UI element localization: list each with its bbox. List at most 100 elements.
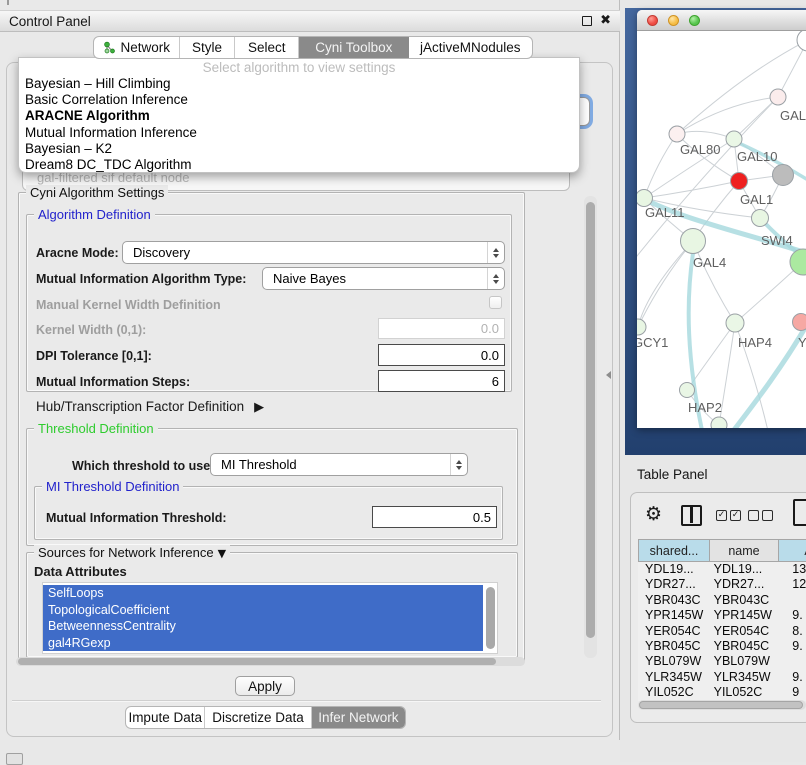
algorithm-option[interactable]: ARACNE Algorithm	[19, 108, 579, 124]
hub-definition-expander[interactable]: Hub/Transcription Factor Definition▶	[36, 399, 264, 415]
table-row[interactable]: YIL052CYIL052C9	[638, 685, 806, 700]
network-node[interactable]	[669, 126, 685, 142]
column-header[interactable]: A	[779, 539, 806, 562]
column-header[interactable]: name	[710, 539, 779, 562]
tab-cyni-toolbox[interactable]: Cyni Toolbox	[299, 37, 409, 58]
window-edge-tick	[7, 0, 9, 5]
apply-button[interactable]: Apply	[235, 676, 295, 696]
manual-kernel-width-checkbox[interactable]	[489, 296, 502, 309]
table-panel-title: Table Panel	[637, 467, 708, 482]
mi-steps-label: Mutual Information Steps:	[36, 374, 190, 390]
table-cell: YBL079W	[710, 654, 779, 669]
close-icon[interactable]: ✖	[600, 16, 611, 26]
network-node[interactable]	[726, 131, 742, 147]
kernel-width-label: Kernel Width (0,1):	[36, 322, 146, 338]
network-edge[interactable]	[693, 241, 735, 323]
tab-discretize-data[interactable]: Discretize Data	[205, 707, 311, 728]
table-row[interactable]: YBR043CYBR043C	[638, 593, 806, 608]
table-horizontal-scrollbar[interactable]	[638, 700, 806, 710]
float-window-icon[interactable]	[582, 16, 592, 26]
network-edge[interactable]	[644, 181, 739, 198]
checked-checkbox-icon[interactable]: ✓	[716, 510, 727, 521]
network-node[interactable]	[681, 229, 706, 254]
columns-icon[interactable]	[681, 505, 702, 526]
sources-group-title[interactable]: Sources for Network Inference▼	[34, 545, 230, 560]
network-edge[interactable]	[735, 262, 803, 323]
tab-jactivemnodules[interactable]: jActiveMNodules	[409, 37, 532, 58]
tab-select[interactable]: Select	[235, 37, 299, 58]
network-node[interactable]	[773, 165, 794, 186]
network-edge[interactable]	[644, 134, 677, 198]
unchecked-checkbox-icon[interactable]	[762, 510, 773, 521]
tab-style[interactable]: Style	[180, 37, 236, 58]
algorithm-option[interactable]: Mutual Information Inference	[19, 125, 579, 141]
table-row[interactable]: YDL19...YDL19...13	[638, 562, 806, 577]
which-threshold-select[interactable]: MI Threshold	[210, 453, 468, 476]
network-node[interactable]	[793, 314, 806, 331]
table-row[interactable]: YLR345WYLR345W9.	[638, 670, 806, 685]
network-edge[interactable]	[638, 241, 693, 327]
network-window-titlebar[interactable]	[637, 10, 806, 31]
network-node[interactable]	[770, 89, 786, 105]
algorithm-option[interactable]: Dream8 DC_TDC Algorithm	[19, 157, 579, 173]
table-row[interactable]: YBL079WYBL079W	[638, 654, 806, 669]
table-cell: 13	[778, 562, 806, 577]
mi-threshold-field[interactable]: 0.5	[372, 506, 497, 528]
network-node[interactable]	[637, 319, 646, 335]
control-panel-title: Control Panel	[9, 14, 582, 29]
column-header[interactable]: shared...	[638, 539, 710, 562]
kernel-width-field[interactable]: 0.0	[378, 318, 505, 339]
table-cell: YDR27...	[710, 577, 779, 592]
algorithm-option[interactable]: Bayesian – K2	[19, 141, 579, 157]
table-row[interactable]: YDR27...YDR27...12	[638, 577, 806, 592]
algorithm-option[interactable]: Bayesian – Hill Climbing	[19, 76, 579, 92]
unchecked-checkbox-icon[interactable]	[748, 510, 759, 521]
network-node[interactable]	[711, 417, 727, 428]
settings-horizontal-scrollbar[interactable]	[16, 657, 525, 666]
tab-label: Infer Network	[318, 710, 398, 725]
attribute-list-item[interactable]: BetweennessCentrality	[43, 618, 483, 635]
list-scrollbar[interactable]	[486, 587, 495, 649]
document-icon[interactable]	[793, 499, 806, 526]
network-node-label: HAP2	[688, 400, 722, 415]
network-edge[interactable]	[638, 241, 693, 327]
dpi-tolerance-field[interactable]: 0.0	[378, 344, 505, 366]
algorithm-option[interactable]: Basic Correlation Inference	[19, 92, 579, 108]
network-edge[interactable]	[677, 97, 778, 134]
attribute-list-item[interactable]: TopologicalCoefficient	[43, 602, 483, 619]
attribute-list-item[interactable]: gal4RGexp	[43, 635, 483, 652]
splitter-arrow-icon[interactable]	[606, 371, 611, 379]
mi-steps-field[interactable]: 6	[378, 370, 505, 392]
network-node[interactable]	[752, 210, 769, 227]
gear-icon[interactable]: ⚙	[645, 503, 662, 525]
attribute-list-item[interactable]: SelfLoops	[43, 585, 483, 602]
network-node[interactable]	[637, 190, 653, 207]
data-attributes-list[interactable]: SelfLoopsTopologicalCoefficientBetweenne…	[42, 582, 498, 654]
network-node[interactable]	[680, 383, 695, 398]
minimized-panel-icon[interactable]	[6, 753, 23, 765]
minimize-traffic-icon[interactable]	[668, 15, 679, 26]
network-canvas[interactable]: GALGAL80GAL10GAL1SWI4GAL11GAL4GCY1HAP4YH…	[637, 31, 806, 428]
table-row[interactable]: YPR145WYPR145W9.	[638, 608, 806, 623]
table-row[interactable]: YBR045CYBR045C9.	[638, 639, 806, 654]
table-cell	[778, 654, 806, 669]
tab-network[interactable]: Network	[94, 37, 180, 58]
table-row[interactable]: YER054CYER054C8.	[638, 624, 806, 639]
network-node[interactable]	[731, 173, 748, 190]
tab-impute-data[interactable]: Impute Data	[126, 707, 205, 728]
checked-checkbox-icon[interactable]: ✓	[730, 510, 741, 521]
combo-stepper-icon	[487, 242, 504, 263]
network-node[interactable]	[797, 31, 806, 51]
aracne-mode-value: Discovery	[133, 245, 190, 260]
network-node[interactable]	[726, 314, 744, 332]
aracne-mode-select[interactable]: Discovery	[122, 241, 505, 264]
algorithm-popup-placeholder: Select algorithm to view settings	[19, 59, 579, 76]
network-node-label: GAL1	[740, 192, 773, 207]
zoom-traffic-icon[interactable]	[689, 15, 700, 26]
network-edge[interactable]	[677, 131, 734, 139]
tab-infer-network[interactable]: Infer Network	[312, 707, 405, 728]
settings-vertical-scrollbar[interactable]	[584, 196, 597, 658]
close-traffic-icon[interactable]	[647, 15, 658, 26]
tab-label: Select	[248, 40, 286, 55]
mi-algorithm-type-select[interactable]: Naive Bayes	[262, 267, 505, 290]
